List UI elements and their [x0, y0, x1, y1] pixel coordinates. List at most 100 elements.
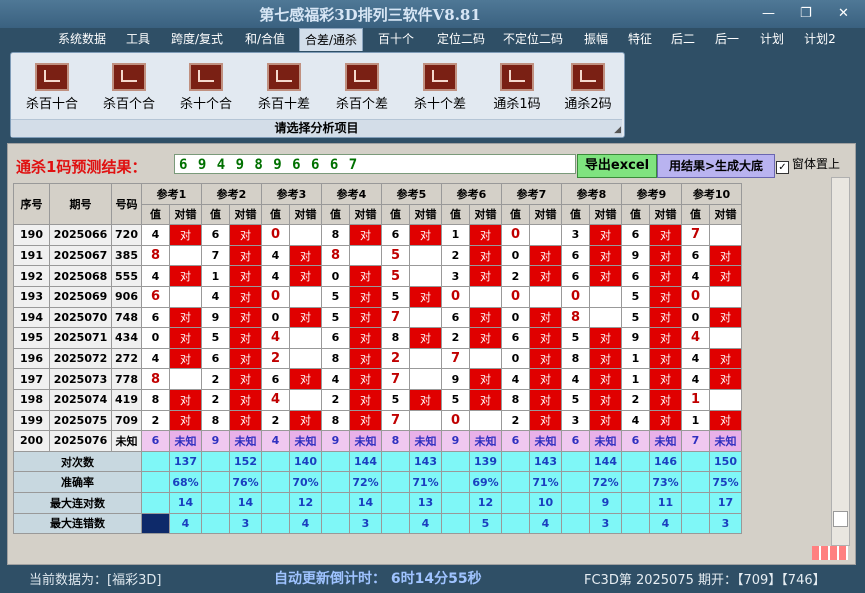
dialog-launcher-icon[interactable]: ◢ — [614, 125, 621, 135]
subheader-result: 对错 — [649, 203, 682, 226]
code-cell: 906 — [111, 285, 142, 308]
result-cell — [469, 409, 502, 432]
vertical-scrollbar[interactable] — [831, 177, 850, 546]
topmost-checkbox[interactable]: ✓ 窗体置上 — [776, 155, 840, 174]
stats-spacer — [561, 512, 590, 535]
value-cell: 5 — [381, 388, 410, 411]
value-cell: 8 — [381, 430, 410, 452]
restore-icon[interactable]: ❐ — [800, 6, 812, 21]
ribbon-button-0[interactable]: 杀百十合 — [15, 63, 89, 112]
result-cell — [409, 368, 442, 390]
result-cell — [709, 327, 742, 349]
value-cell: 0 — [141, 327, 170, 349]
table-row[interactable]: 193 2025069 906 6 4 对 0 5 对 5 对 0 0 0 5 对 0 — [13, 285, 742, 308]
table-row[interactable]: 198 2025074 419 8 对 2 对 4 2 对 5 对 5 对 8 对 5 对 2 对 1 — [13, 388, 742, 411]
ribbon-button-2[interactable]: 杀十个合 — [169, 63, 243, 112]
table-row[interactable]: 192 2025068 555 4 对 1 对 4 对 0 对 5 3 对 2 对 6 对 6 对 4 对 — [13, 265, 742, 287]
scroll-thumb[interactable] — [833, 511, 848, 527]
period-cell: 2025070 — [49, 306, 112, 329]
value-cell: 4 — [261, 265, 290, 287]
table-row[interactable]: 195 2025071 434 0 对 5 对 4 6 对 8 对 2 对 6 对 5 对 9 对 4 — [13, 327, 742, 349]
table-row[interactable]: 191 2025067 385 8 7 对 4 对 8 5 2 对 0 对 6 对 9 对 6 对 — [13, 244, 742, 267]
stats-spacer — [561, 471, 590, 493]
stats-spacer — [441, 450, 470, 473]
menu-item-7[interactable]: 不定位二码 — [499, 30, 567, 48]
menu-item-3[interactable]: 和/合值 — [241, 30, 289, 48]
minimize-icon[interactable]: — — [762, 6, 775, 21]
ribbon-button-7[interactable]: 通杀2码 — [551, 63, 625, 112]
value-cell: 6 — [501, 327, 530, 349]
menu-item-5[interactable]: 百十个 — [376, 30, 416, 48]
value-cell: 4 — [261, 430, 290, 452]
checkbox-icon[interactable]: ✓ — [776, 161, 789, 174]
result-cell — [409, 409, 442, 432]
value-cell: 7 — [381, 368, 410, 390]
stats-value: 14 — [349, 491, 382, 514]
result-cell: 对 — [469, 368, 502, 390]
value-cell: 6 — [501, 430, 530, 452]
table-row[interactable]: 190 2025066 720 4 对 6 对 0 8 对 6 对 1 对 0 3 对 6 对 7 — [13, 224, 742, 246]
result-cell: 对 — [349, 327, 382, 349]
value-cell: 2 — [201, 368, 230, 390]
menu-item-13[interactable]: 计划2 — [800, 30, 840, 48]
table-row[interactable]: 197 2025073 778 8 2 对 6 对 4 对 7 9 对 4 对 4 对 1 对 4 对 — [13, 368, 742, 390]
result-cell: 对 — [169, 388, 202, 411]
menu-item-10[interactable]: 后二 — [668, 30, 698, 48]
subheader-result: 对错 — [409, 203, 442, 226]
col-header-ref: 参考4 — [321, 183, 382, 205]
value-cell: 6 — [381, 224, 410, 246]
stats-spacer — [381, 471, 410, 493]
table-row[interactable]: 196 2025072 272 4 对 6 对 2 8 对 2 7 0 对 8 对 1 对 4 对 — [13, 347, 742, 370]
result-cell: 对 — [229, 244, 262, 267]
close-icon[interactable]: ✕ — [838, 6, 849, 21]
value-cell: 0 — [261, 224, 290, 246]
export-excel-button[interactable]: 导出excel — [577, 154, 657, 178]
table-row[interactable]: 199 2025075 709 2 对 8 对 2 对 8 对 7 0 2 对 3 对 4 对 1 对 — [13, 409, 742, 432]
ribbon-button-4[interactable]: 杀百个差 — [325, 63, 399, 112]
ribbon-button-6[interactable]: 通杀1码 — [480, 63, 554, 112]
menu-item-12[interactable]: 计划 — [757, 30, 787, 48]
value-cell: 6 — [201, 224, 230, 246]
stats-spacer — [261, 491, 290, 514]
menu-item-8[interactable]: 振幅 — [581, 30, 611, 48]
ribbon-button-5[interactable]: 杀十个差 — [403, 63, 477, 112]
generate-base-button[interactable]: 用结果>生成大底 — [657, 154, 775, 178]
value-cell: 6 — [441, 306, 470, 329]
value-cell: 5 — [441, 388, 470, 411]
value-cell: 4 — [681, 347, 710, 370]
stats-spacer — [141, 512, 170, 535]
menu-bar: 系统数据 工具 跨度/复式 和/合值 合差/通杀 百十个 定位二码 不定位二码 振幅 特征 后二 后一… — [0, 28, 865, 51]
stats-value: 10 — [529, 491, 562, 514]
col-header-ref: 参考8 — [561, 183, 622, 205]
value-cell: 5 — [321, 306, 350, 329]
table-row-unknown[interactable]: 200 2025076 未知 6 未知 9 未知 4 未知 9 未知 8 未知 9 未知 6 未知 6 未知 6 未知 7… — [13, 430, 742, 452]
ribbon-button-1[interactable]: 杀百个合 — [92, 63, 166, 112]
seq-cell: 191 — [13, 244, 50, 267]
menu-item-1[interactable]: 工具 — [123, 30, 153, 48]
stats-value: 72% — [349, 471, 382, 493]
stats-spacer — [201, 450, 230, 473]
ribbon-button-label: 通杀2码 — [564, 97, 612, 112]
prediction-result-field[interactable]: 6 9 4 9 8 9 6 6 6 7 — [174, 154, 576, 174]
value-cell: 4 — [501, 368, 530, 390]
stats-value: 12 — [289, 491, 322, 514]
seq-cell: 194 — [13, 306, 50, 329]
value-cell: 8 — [561, 347, 590, 370]
result-cell: 未知 — [649, 430, 682, 452]
result-cell: 对 — [289, 368, 322, 390]
menu-item-2[interactable]: 跨度/复式 — [167, 30, 227, 48]
value-cell: 0 — [501, 224, 530, 246]
period-cell: 2025075 — [49, 409, 112, 432]
result-cell — [349, 244, 382, 267]
value-cell: 1 — [441, 224, 470, 246]
menu-item-0[interactable]: 系统数据 — [54, 30, 110, 48]
menu-item-6[interactable]: 定位二码 — [432, 30, 490, 48]
menu-item-9[interactable]: 特征 — [625, 30, 655, 48]
stats-value: 69% — [469, 471, 502, 493]
ribbon-button-3[interactable]: 杀百十差 — [247, 63, 321, 112]
seq-cell: 199 — [13, 409, 50, 432]
menu-item-11[interactable]: 后一 — [712, 30, 742, 48]
menu-item-4[interactable]: 合差/通杀 — [299, 28, 363, 51]
code-cell: 419 — [111, 388, 142, 411]
table-row[interactable]: 194 2025070 748 6 对 9 对 0 对 5 对 7 6 对 0 对 8 5 对 0 对 — [13, 306, 742, 329]
